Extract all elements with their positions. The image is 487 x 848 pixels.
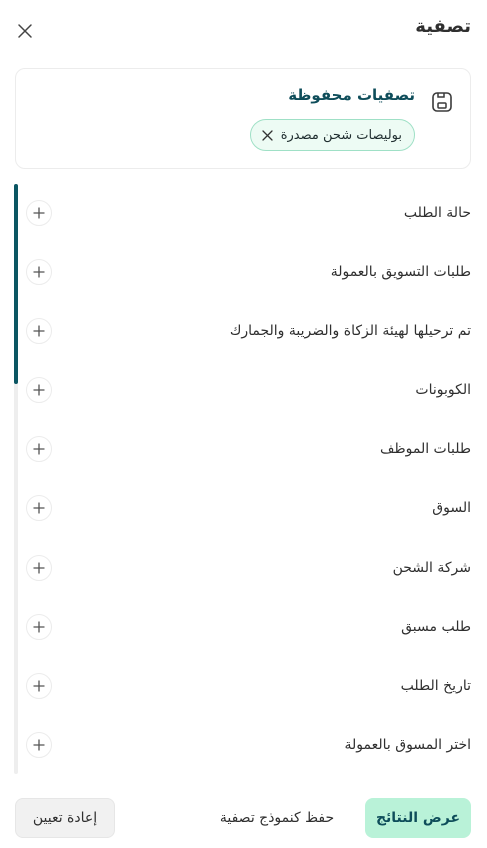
expand-button[interactable] xyxy=(26,495,52,521)
filter-item-label: شركة الشحن xyxy=(392,560,471,576)
close-icon xyxy=(262,129,273,141)
scrollbar-thumb[interactable] xyxy=(14,184,18,384)
plus-icon xyxy=(33,562,45,574)
filter-item-order-date[interactable]: تاريخ الطلب xyxy=(26,667,471,705)
plus-icon xyxy=(33,384,45,396)
filter-item-label: اختر المسوق بالعمولة xyxy=(344,737,471,753)
saved-filters-card: تصفيات محفوظة بوليصات شحن مصدرة xyxy=(15,68,471,169)
plus-icon xyxy=(33,739,45,751)
reset-button[interactable]: إعادة تعيين xyxy=(15,798,115,838)
panel-header: تصفية xyxy=(0,0,487,60)
close-icon xyxy=(18,24,32,38)
filter-item-label: تم ترحيلها لهيئة الزكاة والضريبة والجمار… xyxy=(229,323,471,339)
filter-item-label: طلب مسبق xyxy=(401,619,471,635)
expand-button[interactable] xyxy=(26,377,52,403)
plus-icon xyxy=(33,680,45,692)
floppy-disk-icon xyxy=(429,89,455,115)
plus-icon xyxy=(33,325,45,337)
expand-button[interactable] xyxy=(26,673,52,699)
close-button[interactable] xyxy=(12,18,38,44)
plus-icon xyxy=(33,266,45,278)
expand-button[interactable] xyxy=(26,436,52,462)
show-results-button[interactable]: عرض النتائج xyxy=(365,798,471,838)
panel-footer: عرض النتائج حفظ كنموذج تصفية إعادة تعيين xyxy=(0,796,487,838)
save-as-template-button[interactable]: حفظ كنموذج تصفية xyxy=(203,798,351,838)
filter-item-coupons[interactable]: الكوبونات xyxy=(26,371,471,409)
saved-filters-title: تصفيات محفوظة xyxy=(288,86,415,104)
filter-item-order-status[interactable]: حالة الطلب xyxy=(26,194,471,232)
panel-title: تصفية xyxy=(415,16,471,37)
scrollbar-track[interactable] xyxy=(14,184,18,774)
chip-remove-button[interactable] xyxy=(261,128,275,142)
filter-list-container: حالة الطلب طلبات التسويق بالعمولة تم ترح… xyxy=(14,184,486,774)
expand-button[interactable] xyxy=(26,200,52,226)
filter-item-label: الكوبونات xyxy=(415,382,471,398)
filter-item-employee-orders[interactable]: طلبات الموظف xyxy=(26,430,471,468)
expand-button[interactable] xyxy=(26,614,52,640)
filter-item-affiliate-orders[interactable]: طلبات التسويق بالعمولة xyxy=(26,253,471,291)
expand-button[interactable] xyxy=(26,259,52,285)
expand-button[interactable] xyxy=(26,555,52,581)
filter-item-label: السوق xyxy=(432,500,471,516)
filter-item-label: طلبات الموظف xyxy=(379,441,471,457)
filter-item-label: حالة الطلب xyxy=(403,205,471,221)
filter-item-select-affiliate[interactable]: اختر المسوق بالعمولة xyxy=(26,726,471,764)
filter-item-zatca-posted[interactable]: تم ترحيلها لهيئة الزكاة والضريبة والجمار… xyxy=(26,312,471,350)
filter-item-market[interactable]: السوق xyxy=(26,489,471,527)
chip-label: بوليصات شحن مصدرة xyxy=(280,127,402,143)
plus-icon xyxy=(33,207,45,219)
filter-item-label: طلبات التسويق بالعمولة xyxy=(330,264,471,280)
filter-item-shipping-company[interactable]: شركة الشحن xyxy=(26,549,471,587)
filter-panel: تصفية تصفيات محفوظة بوليصات شحن مصدرة حا… xyxy=(0,0,487,848)
filter-item-preorder[interactable]: طلب مسبق xyxy=(26,608,471,646)
plus-icon xyxy=(33,621,45,633)
expand-button[interactable] xyxy=(26,318,52,344)
expand-button[interactable] xyxy=(26,732,52,758)
plus-icon xyxy=(33,502,45,514)
filter-item-label: تاريخ الطلب xyxy=(400,678,471,694)
plus-icon xyxy=(33,443,45,455)
saved-filter-chip[interactable]: بوليصات شحن مصدرة xyxy=(249,119,415,151)
